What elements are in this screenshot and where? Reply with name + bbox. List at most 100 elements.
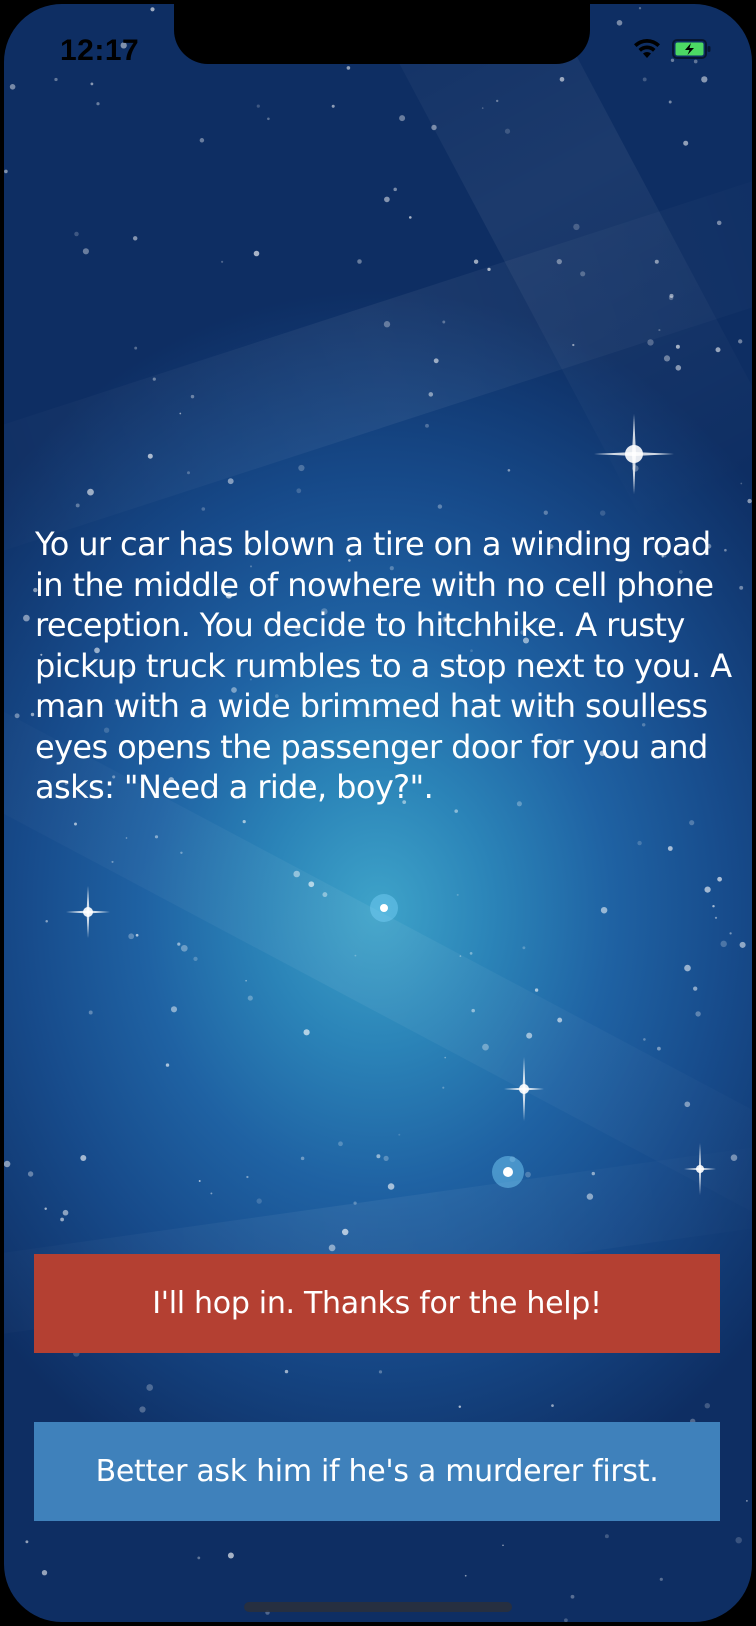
star-dot [45, 919, 48, 923]
star-dot [54, 77, 58, 82]
star-dot [74, 231, 79, 237]
star-dot [154, 835, 159, 839]
star-dot [298, 464, 305, 472]
star-dot [471, 1008, 475, 1013]
star-dot [534, 988, 539, 992]
app-screen: 12:17 Yo ur car has blown a tire on a wi… [4, 4, 752, 1622]
star-dot [580, 271, 586, 277]
star-dot [740, 482, 743, 485]
status-icons [632, 38, 712, 60]
wifi-icon [632, 38, 662, 60]
star-dot [599, 510, 606, 516]
star-dot [667, 846, 673, 851]
star-dot [398, 1133, 401, 1136]
star-dot [525, 1171, 531, 1178]
star-dot [322, 892, 328, 898]
star-dot [482, 1043, 489, 1051]
star-dot [505, 1167, 512, 1175]
star-dot [637, 840, 642, 846]
star-dot [668, 100, 672, 104]
star-dot [331, 104, 335, 108]
star-dot [586, 1193, 594, 1200]
star-dot [668, 295, 674, 301]
device-notch [174, 4, 590, 64]
star-dot [459, 955, 462, 957]
star-dot [96, 102, 100, 106]
star-dot [720, 940, 727, 948]
star-dot [684, 1101, 691, 1108]
star-dot [253, 250, 260, 257]
star-dot [522, 946, 526, 950]
star-dot [735, 1536, 742, 1544]
star-dot [504, 128, 511, 134]
star-dot [663, 355, 671, 362]
star-dot [638, 7, 642, 10]
star-dot [739, 585, 744, 590]
star-dot [256, 104, 260, 108]
star-dot [23, 614, 30, 622]
star-dot [125, 837, 128, 839]
star-dot [338, 1141, 343, 1147]
star-dot [179, 412, 182, 415]
star-dot [256, 1198, 262, 1204]
star-dot [180, 944, 188, 952]
star-dot [74, 822, 77, 826]
star-dot [293, 870, 300, 878]
star-dot [75, 503, 80, 508]
star-dot [193, 956, 198, 962]
star-dot [675, 344, 680, 349]
star-dot [591, 1171, 595, 1176]
star-dot [469, 952, 473, 955]
star-dot [197, 1556, 201, 1560]
star-dot [246, 1175, 249, 1179]
choice-2-button[interactable]: Better ask him if he's a murderer first. [34, 1422, 720, 1521]
star-dot [111, 860, 114, 863]
star-dot [730, 1154, 738, 1161]
star-dot [296, 488, 302, 494]
star-dot [495, 99, 499, 103]
star-dot [654, 259, 659, 264]
star-dot [132, 236, 138, 241]
light-beam [4, 152, 752, 576]
star-dot [502, 1544, 504, 1547]
star-dot [559, 76, 565, 82]
star-dot [442, 1086, 445, 1089]
star-dot [456, 893, 459, 896]
star-dot [572, 343, 575, 347]
star-dot [210, 1192, 213, 1195]
star-dot [165, 1063, 170, 1067]
choice-1-button[interactable]: I'll hop in. Thanks for the help! [34, 1254, 720, 1353]
battery-charging-icon [672, 39, 712, 59]
star-dot [88, 1010, 93, 1015]
home-indicator[interactable] [244, 1602, 512, 1612]
star-dot [128, 933, 135, 940]
star-dot [643, 1038, 646, 1041]
story-text: Yo ur car has blown a tire on a winding … [35, 525, 732, 806]
star-dot [139, 1406, 146, 1413]
star-dot [693, 59, 698, 64]
star-dot [82, 248, 89, 255]
star-dot [658, 329, 661, 332]
star-dot [657, 1046, 661, 1051]
star-dot [87, 488, 94, 496]
star-dot [9, 84, 16, 90]
star-dot [4, 1160, 11, 1168]
star-dot [267, 117, 270, 121]
star-dot [353, 1201, 357, 1205]
star-dot [556, 258, 562, 265]
star-dot [458, 1405, 462, 1408]
star-dot [152, 377, 156, 381]
star-dot [150, 7, 155, 12]
star-dot [647, 339, 654, 346]
star-dot [747, 498, 752, 504]
star-dot [543, 510, 548, 515]
star-dot [509, 1156, 516, 1163]
star-dot [146, 1384, 154, 1391]
star-dot [4, 169, 8, 174]
star-dot [669, 293, 674, 298]
star-dot [526, 1032, 533, 1039]
star-dot [616, 19, 623, 26]
star-dot [90, 82, 94, 86]
star-dot [147, 453, 153, 459]
star-dot [675, 365, 682, 371]
